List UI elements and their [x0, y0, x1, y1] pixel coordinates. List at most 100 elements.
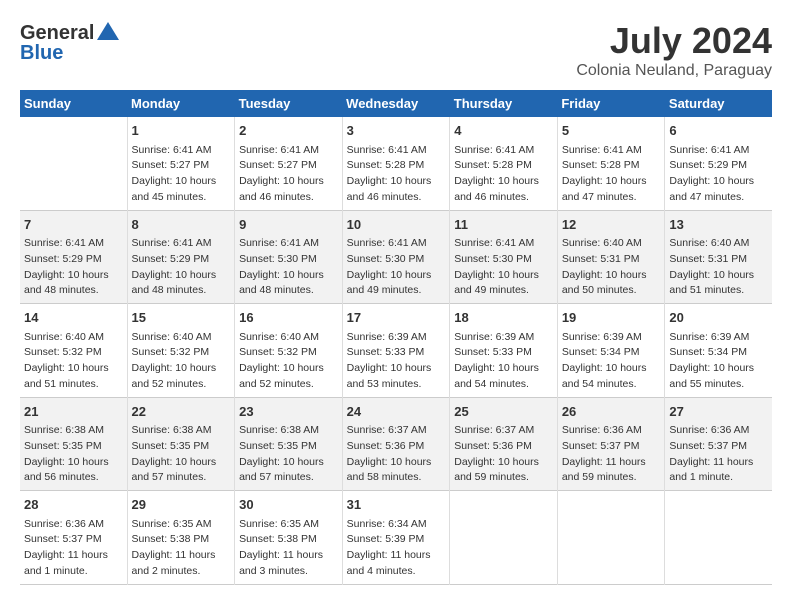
day-cell: [20, 117, 127, 210]
day-cell: 7Sunrise: 6:41 AM Sunset: 5:29 PM Daylig…: [20, 210, 127, 304]
day-info: Sunrise: 6:41 AM Sunset: 5:28 PM Dayligh…: [454, 143, 553, 206]
day-cell: 6Sunrise: 6:41 AM Sunset: 5:29 PM Daylig…: [665, 117, 772, 210]
day-info: Sunrise: 6:39 AM Sunset: 5:33 PM Dayligh…: [347, 330, 446, 393]
day-info: Sunrise: 6:41 AM Sunset: 5:30 PM Dayligh…: [454, 236, 553, 299]
day-info: Sunrise: 6:41 AM Sunset: 5:30 PM Dayligh…: [239, 236, 338, 299]
day-cell: [450, 491, 558, 585]
day-info: Sunrise: 6:41 AM Sunset: 5:27 PM Dayligh…: [239, 143, 338, 206]
day-cell: 9Sunrise: 6:41 AM Sunset: 5:30 PM Daylig…: [235, 210, 343, 304]
col-header-thursday: Thursday: [450, 90, 558, 117]
location-title: Colonia Neuland, Paraguay: [576, 62, 772, 80]
day-number: 7: [24, 215, 123, 235]
day-number: 31: [347, 495, 446, 515]
col-header-friday: Friday: [557, 90, 665, 117]
day-number: 10: [347, 215, 446, 235]
day-number: 16: [239, 308, 338, 328]
day-info: Sunrise: 6:38 AM Sunset: 5:35 PM Dayligh…: [239, 423, 338, 486]
day-cell: 18Sunrise: 6:39 AM Sunset: 5:33 PM Dayli…: [450, 304, 558, 398]
calendar-header-row: SundayMondayTuesdayWednesdayThursdayFrid…: [20, 90, 772, 117]
page-header: General Blue July 2024 Colonia Neuland, …: [20, 20, 772, 80]
month-title: July 2024: [576, 20, 772, 62]
day-number: 20: [669, 308, 768, 328]
day-info: Sunrise: 6:35 AM Sunset: 5:38 PM Dayligh…: [132, 517, 231, 580]
day-cell: 29Sunrise: 6:35 AM Sunset: 5:38 PM Dayli…: [127, 491, 235, 585]
day-number: 29: [132, 495, 231, 515]
day-cell: 25Sunrise: 6:37 AM Sunset: 5:36 PM Dayli…: [450, 397, 558, 491]
day-number: 9: [239, 215, 338, 235]
day-cell: 5Sunrise: 6:41 AM Sunset: 5:28 PM Daylig…: [557, 117, 665, 210]
day-info: Sunrise: 6:37 AM Sunset: 5:36 PM Dayligh…: [454, 423, 553, 486]
day-cell: 15Sunrise: 6:40 AM Sunset: 5:32 PM Dayli…: [127, 304, 235, 398]
day-cell: 31Sunrise: 6:34 AM Sunset: 5:39 PM Dayli…: [342, 491, 450, 585]
day-info: Sunrise: 6:34 AM Sunset: 5:39 PM Dayligh…: [347, 517, 446, 580]
day-number: 13: [669, 215, 768, 235]
day-number: 22: [132, 402, 231, 422]
day-cell: 4Sunrise: 6:41 AM Sunset: 5:28 PM Daylig…: [450, 117, 558, 210]
day-number: 30: [239, 495, 338, 515]
day-number: 2: [239, 121, 338, 141]
day-info: Sunrise: 6:41 AM Sunset: 5:28 PM Dayligh…: [562, 143, 661, 206]
day-cell: 3Sunrise: 6:41 AM Sunset: 5:28 PM Daylig…: [342, 117, 450, 210]
logo: General Blue: [20, 20, 122, 65]
day-cell: 10Sunrise: 6:41 AM Sunset: 5:30 PM Dayli…: [342, 210, 450, 304]
day-info: Sunrise: 6:39 AM Sunset: 5:34 PM Dayligh…: [669, 330, 768, 393]
day-number: 17: [347, 308, 446, 328]
day-cell: 24Sunrise: 6:37 AM Sunset: 5:36 PM Dayli…: [342, 397, 450, 491]
day-info: Sunrise: 6:39 AM Sunset: 5:34 PM Dayligh…: [562, 330, 661, 393]
day-cell: 26Sunrise: 6:36 AM Sunset: 5:37 PM Dayli…: [557, 397, 665, 491]
day-info: Sunrise: 6:38 AM Sunset: 5:35 PM Dayligh…: [132, 423, 231, 486]
day-cell: 12Sunrise: 6:40 AM Sunset: 5:31 PM Dayli…: [557, 210, 665, 304]
day-number: 14: [24, 308, 123, 328]
day-info: Sunrise: 6:41 AM Sunset: 5:29 PM Dayligh…: [24, 236, 123, 299]
calendar-table: SundayMondayTuesdayWednesdayThursdayFrid…: [20, 90, 772, 585]
day-cell: 28Sunrise: 6:36 AM Sunset: 5:37 PM Dayli…: [20, 491, 127, 585]
day-info: Sunrise: 6:39 AM Sunset: 5:33 PM Dayligh…: [454, 330, 553, 393]
day-info: Sunrise: 6:40 AM Sunset: 5:31 PM Dayligh…: [669, 236, 768, 299]
col-header-saturday: Saturday: [665, 90, 772, 117]
day-number: 5: [562, 121, 661, 141]
day-info: Sunrise: 6:41 AM Sunset: 5:30 PM Dayligh…: [347, 236, 446, 299]
day-cell: 17Sunrise: 6:39 AM Sunset: 5:33 PM Dayli…: [342, 304, 450, 398]
day-cell: 2Sunrise: 6:41 AM Sunset: 5:27 PM Daylig…: [235, 117, 343, 210]
day-info: Sunrise: 6:35 AM Sunset: 5:38 PM Dayligh…: [239, 517, 338, 580]
day-number: 19: [562, 308, 661, 328]
day-info: Sunrise: 6:41 AM Sunset: 5:28 PM Dayligh…: [347, 143, 446, 206]
day-info: Sunrise: 6:41 AM Sunset: 5:29 PM Dayligh…: [669, 143, 768, 206]
day-cell: 22Sunrise: 6:38 AM Sunset: 5:35 PM Dayli…: [127, 397, 235, 491]
day-cell: 30Sunrise: 6:35 AM Sunset: 5:38 PM Dayli…: [235, 491, 343, 585]
day-number: 8: [132, 215, 231, 235]
day-number: 24: [347, 402, 446, 422]
day-number: 12: [562, 215, 661, 235]
day-cell: 1Sunrise: 6:41 AM Sunset: 5:27 PM Daylig…: [127, 117, 235, 210]
day-info: Sunrise: 6:40 AM Sunset: 5:32 PM Dayligh…: [24, 330, 123, 393]
day-info: Sunrise: 6:41 AM Sunset: 5:27 PM Dayligh…: [132, 143, 231, 206]
day-number: 18: [454, 308, 553, 328]
day-number: 15: [132, 308, 231, 328]
day-info: Sunrise: 6:36 AM Sunset: 5:37 PM Dayligh…: [669, 423, 768, 486]
logo-icon: [95, 20, 121, 46]
day-number: 1: [132, 121, 231, 141]
day-cell: 23Sunrise: 6:38 AM Sunset: 5:35 PM Dayli…: [235, 397, 343, 491]
day-cell: [665, 491, 772, 585]
col-header-sunday: Sunday: [20, 90, 127, 117]
day-info: Sunrise: 6:41 AM Sunset: 5:29 PM Dayligh…: [132, 236, 231, 299]
day-cell: [557, 491, 665, 585]
day-cell: 16Sunrise: 6:40 AM Sunset: 5:32 PM Dayli…: [235, 304, 343, 398]
title-block: July 2024 Colonia Neuland, Paraguay: [576, 20, 772, 80]
day-number: 11: [454, 215, 553, 235]
col-header-tuesday: Tuesday: [235, 90, 343, 117]
week-row-1: 7Sunrise: 6:41 AM Sunset: 5:29 PM Daylig…: [20, 210, 772, 304]
day-info: Sunrise: 6:40 AM Sunset: 5:32 PM Dayligh…: [239, 330, 338, 393]
day-number: 23: [239, 402, 338, 422]
week-row-2: 14Sunrise: 6:40 AM Sunset: 5:32 PM Dayli…: [20, 304, 772, 398]
day-cell: 27Sunrise: 6:36 AM Sunset: 5:37 PM Dayli…: [665, 397, 772, 491]
day-info: Sunrise: 6:36 AM Sunset: 5:37 PM Dayligh…: [562, 423, 661, 486]
day-info: Sunrise: 6:38 AM Sunset: 5:35 PM Dayligh…: [24, 423, 123, 486]
week-row-4: 28Sunrise: 6:36 AM Sunset: 5:37 PM Dayli…: [20, 491, 772, 585]
day-info: Sunrise: 6:40 AM Sunset: 5:31 PM Dayligh…: [562, 236, 661, 299]
day-info: Sunrise: 6:36 AM Sunset: 5:37 PM Dayligh…: [24, 517, 123, 580]
day-number: 21: [24, 402, 123, 422]
day-cell: 13Sunrise: 6:40 AM Sunset: 5:31 PM Dayli…: [665, 210, 772, 304]
week-row-3: 21Sunrise: 6:38 AM Sunset: 5:35 PM Dayli…: [20, 397, 772, 491]
day-number: 6: [669, 121, 768, 141]
